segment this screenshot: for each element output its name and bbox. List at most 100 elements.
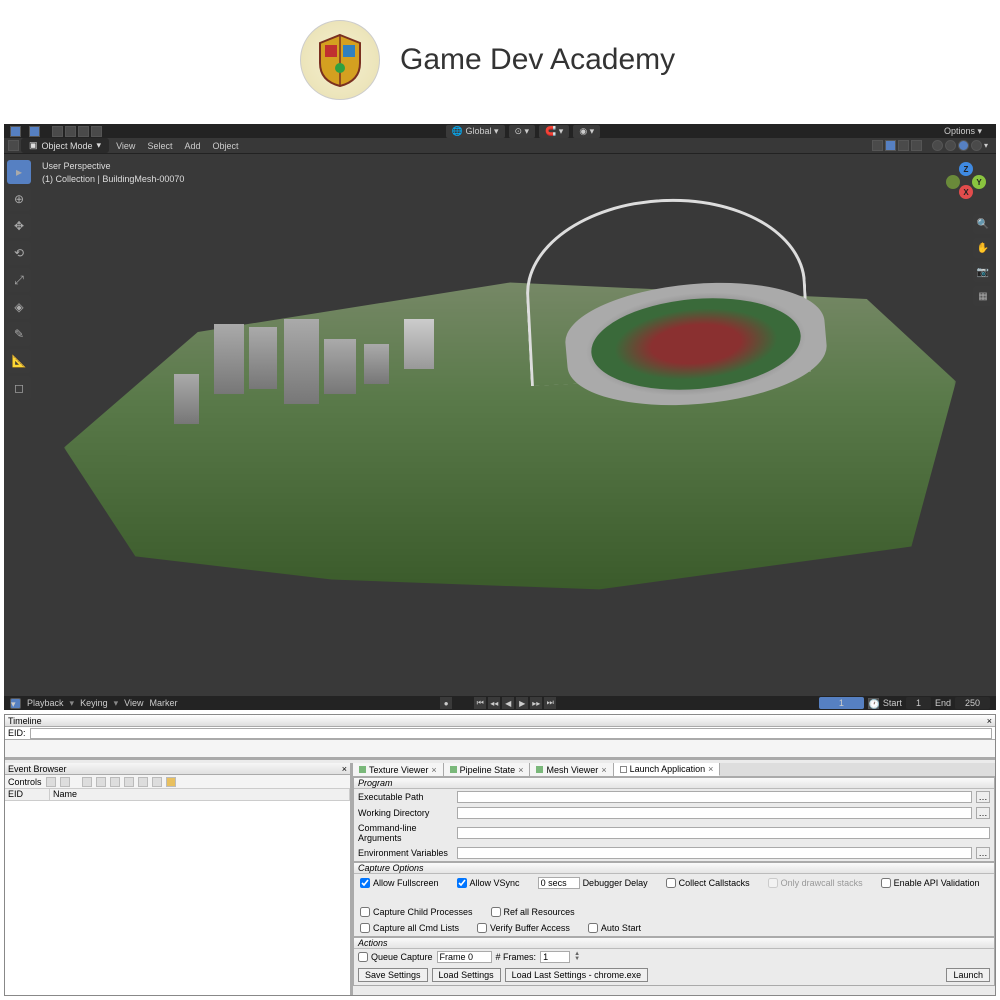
- save-settings-button[interactable]: Save Settings: [358, 968, 428, 982]
- tl-view[interactable]: View: [124, 698, 143, 708]
- gizmo-toggle-icon[interactable]: [898, 140, 909, 151]
- tl-marker[interactable]: Marker: [149, 698, 177, 708]
- orientation-dropdown[interactable]: 🌐 Global ▾: [446, 125, 505, 138]
- shading-matcap-icon[interactable]: [945, 140, 956, 151]
- filter-icon[interactable]: [138, 777, 148, 787]
- shading-icon-1[interactable]: [52, 126, 63, 137]
- shading-solid-icon[interactable]: [932, 140, 943, 151]
- play-rev-icon[interactable]: ◀: [502, 697, 514, 709]
- shading-material-icon[interactable]: [958, 140, 969, 151]
- move-tool-icon[interactable]: ✥: [7, 214, 31, 238]
- annotate-tool-icon[interactable]: ✎: [7, 322, 31, 346]
- pivot-dropdown[interactable]: ⊙ ▾: [509, 125, 536, 138]
- select-tool-icon[interactable]: ▸: [7, 160, 31, 184]
- wd-input[interactable]: [457, 807, 972, 819]
- start-frame[interactable]: 1: [906, 697, 931, 709]
- exe-input[interactable]: [457, 791, 972, 803]
- xray-icon[interactable]: [885, 140, 896, 151]
- play-icon[interactable]: ▶: [516, 697, 528, 709]
- tl-playback[interactable]: Playback: [27, 698, 64, 708]
- timeline-editor-icon[interactable]: ▾: [10, 698, 21, 709]
- close-icon[interactable]: ×: [518, 765, 523, 775]
- shading-icon-3[interactable]: [78, 126, 89, 137]
- allow-fullscreen-check[interactable]: Allow Fullscreen: [360, 878, 439, 888]
- cursor-3d-icon[interactable]: ⊕: [7, 187, 31, 211]
- tab-texture-viewer[interactable]: Texture Viewer×: [353, 763, 444, 776]
- add-tool-icon[interactable]: ◻: [7, 376, 31, 400]
- shading-wire-icon[interactable]: [911, 140, 922, 151]
- tab-launch-application[interactable]: Launch Application×: [614, 763, 721, 776]
- editor-type-icon[interactable]: [8, 140, 19, 151]
- cursor-tool-icon[interactable]: [10, 126, 21, 137]
- browse-button[interactable]: …: [976, 807, 990, 819]
- menu-view[interactable]: View: [111, 141, 140, 151]
- col-eid[interactable]: EID: [5, 789, 50, 800]
- save-icon[interactable]: [152, 777, 162, 787]
- stepper-down-icon[interactable]: ▼: [574, 957, 580, 962]
- prev-key-icon[interactable]: ◂◂: [488, 697, 500, 709]
- select-box-icon[interactable]: [29, 126, 40, 137]
- menu-add[interactable]: Add: [179, 141, 205, 151]
- settings-icon[interactable]: [166, 777, 176, 787]
- queue-capture-check[interactable]: Queue Capture: [358, 952, 433, 962]
- event-tree[interactable]: [5, 801, 350, 995]
- close-icon[interactable]: ×: [342, 764, 347, 774]
- close-icon[interactable]: ×: [431, 765, 436, 775]
- bookmark-icon[interactable]: [124, 777, 134, 787]
- debugger-delay-input[interactable]: [538, 877, 580, 889]
- menu-object[interactable]: Object: [207, 141, 243, 151]
- ctl-icon-1[interactable]: [46, 777, 56, 787]
- proportional-dropdown[interactable]: ◉ ▾: [573, 125, 600, 138]
- step-fwd-icon[interactable]: [96, 777, 106, 787]
- eid-input[interactable]: [30, 728, 992, 739]
- tab-mesh-viewer[interactable]: Mesh Viewer×: [530, 763, 613, 776]
- snap-dropdown[interactable]: 🧲 ▾: [539, 125, 569, 138]
- tl-keying[interactable]: Keying: [80, 698, 108, 708]
- launch-button[interactable]: Launch: [946, 968, 990, 982]
- next-key-icon[interactable]: ▸▸: [530, 697, 542, 709]
- current-frame[interactable]: 1: [819, 697, 864, 709]
- env-input[interactable]: [457, 847, 972, 859]
- mode-dropdown[interactable]: ▣ Object Mode ▾: [21, 138, 109, 153]
- rotate-tool-icon[interactable]: ⟲: [7, 241, 31, 265]
- close-icon[interactable]: ×: [601, 765, 606, 775]
- pan-icon[interactable]: ✋: [973, 238, 993, 258]
- shading-icon-2[interactable]: [65, 126, 76, 137]
- child-processes-check[interactable]: Capture Child Processes: [360, 907, 473, 917]
- autokey-icon[interactable]: ●: [440, 697, 452, 709]
- api-validation-check[interactable]: Enable API Validation: [881, 878, 980, 888]
- browse-button[interactable]: …: [976, 791, 990, 803]
- zoom-icon[interactable]: 🔍: [973, 214, 993, 234]
- jump-end-icon[interactable]: ⏭: [544, 697, 556, 709]
- overlay-toggle-icon[interactable]: [872, 140, 883, 151]
- close-icon[interactable]: ×: [708, 764, 713, 774]
- jump-start-icon[interactable]: ⏮: [474, 697, 486, 709]
- scale-tool-icon[interactable]: ⤢: [7, 268, 31, 292]
- transform-tool-icon[interactable]: ◈: [7, 295, 31, 319]
- col-name[interactable]: Name: [50, 789, 350, 800]
- step-back-icon[interactable]: [82, 777, 92, 787]
- shading-rendered-icon[interactable]: [971, 140, 982, 151]
- menu-select[interactable]: Select: [142, 141, 177, 151]
- tab-pipeline-state[interactable]: Pipeline State×: [444, 763, 531, 776]
- ref-all-check[interactable]: Ref all Resources: [491, 907, 575, 917]
- end-frame[interactable]: 250: [955, 697, 990, 709]
- num-frames-input[interactable]: [540, 951, 570, 963]
- auto-start-check[interactable]: Auto Start: [588, 923, 641, 933]
- browse-button[interactable]: …: [976, 847, 990, 859]
- capture-cmd-check[interactable]: Capture all Cmd Lists: [360, 923, 459, 933]
- clock-icon[interactable]: [110, 777, 120, 787]
- collect-callstacks-check[interactable]: Collect Callstacks: [666, 878, 750, 888]
- ctl-icon-2[interactable]: [60, 777, 70, 787]
- camera-icon[interactable]: 📷: [973, 262, 993, 282]
- load-last-settings-button[interactable]: Load Last Settings - chrome.exe: [505, 968, 649, 982]
- measure-tool-icon[interactable]: 📐: [7, 349, 31, 373]
- args-input[interactable]: [457, 827, 990, 839]
- clock-icon[interactable]: 🕐: [868, 698, 879, 709]
- options-dropdown[interactable]: Options ▾: [944, 126, 990, 137]
- verify-buffer-check[interactable]: Verify Buffer Access: [477, 923, 570, 933]
- gizmo-y-icon[interactable]: Y: [972, 175, 986, 189]
- close-icon[interactable]: ×: [987, 716, 992, 726]
- perspective-icon[interactable]: ▦: [973, 286, 993, 306]
- allow-vsync-check[interactable]: Allow VSync: [457, 878, 520, 888]
